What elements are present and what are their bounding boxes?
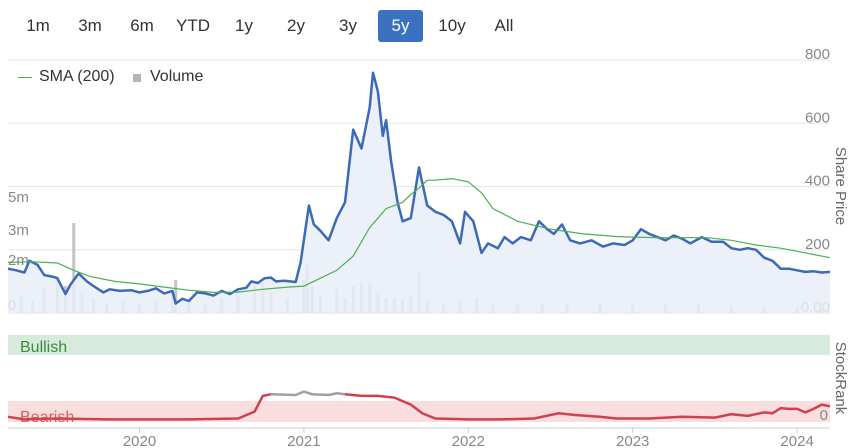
range-button-10y[interactable]: 10y xyxy=(428,10,476,42)
price-axis-title: Share Price xyxy=(832,147,849,225)
stockrank-tick-label: 0 xyxy=(820,407,828,424)
stock-chart: 0.0020040060080002m3m5mShare PriceBullis… xyxy=(7,46,849,448)
volume-legend-swatch xyxy=(133,74,141,82)
x-tick-label-2: 2022 xyxy=(452,433,485,448)
price-tick-label-2: 400 xyxy=(805,173,830,190)
x-tick-label-3: 2023 xyxy=(616,433,649,448)
range-selector: 1m 3m 6m YTD 1y 2y 3y 5y 10y All xyxy=(0,10,560,42)
sma-legend-swatch xyxy=(18,77,32,78)
bullish-band-label: Bullish xyxy=(20,339,67,356)
price-area xyxy=(8,72,830,313)
range-button-2y[interactable]: 2y xyxy=(274,10,318,42)
range-button-5y[interactable]: 5y xyxy=(378,10,423,42)
price-tick-label-3: 600 xyxy=(805,109,830,126)
price-tick-label-4: 800 xyxy=(805,46,830,63)
stockrank-axis-title: StockRank xyxy=(832,342,849,415)
volume-tick-label-2: 3m xyxy=(8,222,29,239)
range-button-ytd[interactable]: YTD xyxy=(168,10,218,42)
range-button-3y[interactable]: 3y xyxy=(326,10,370,42)
sma-legend-label[interactable]: SMA (200) xyxy=(39,68,115,86)
volume-tick-label-3: 5m xyxy=(8,189,29,206)
bullish-band xyxy=(8,335,830,355)
range-button-1y[interactable]: 1y xyxy=(222,10,266,42)
stockrank-line-grey xyxy=(270,390,346,397)
range-button-3m[interactable]: 3m xyxy=(68,10,112,42)
range-button-1m[interactable]: 1m xyxy=(16,10,60,42)
x-tick-label-4: 2024 xyxy=(780,433,813,448)
range-button-6m[interactable]: 6m xyxy=(120,10,164,42)
x-tick-label-1: 2021 xyxy=(287,433,320,448)
price-tick-label-1: 200 xyxy=(805,236,830,253)
volume-legend-label[interactable]: Volume xyxy=(150,68,203,86)
range-button-all[interactable]: All xyxy=(482,10,526,42)
x-tick-label-0: 2020 xyxy=(123,433,156,448)
